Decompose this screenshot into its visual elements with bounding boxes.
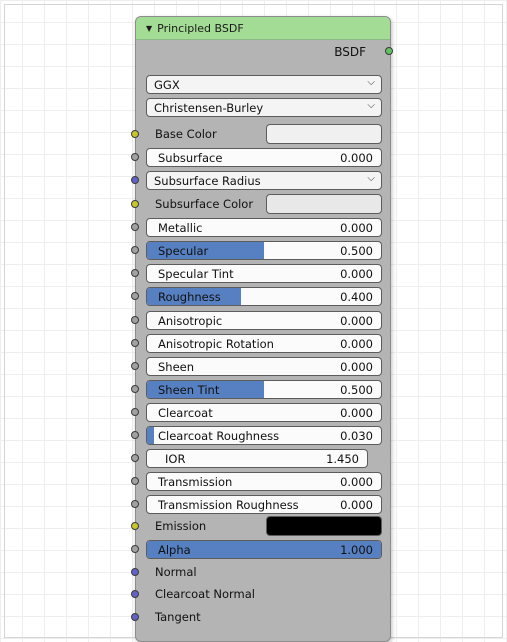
- collapse-triangle-icon[interactable]: ▼: [146, 24, 152, 33]
- slider-label: Specular: [158, 244, 209, 258]
- slider-value: 0.000: [340, 475, 373, 489]
- subsurface-color-label: Subsurface Color: [155, 197, 254, 211]
- tangent-socket-icon[interactable]: [131, 613, 139, 621]
- slider-label: Specular Tint: [158, 267, 234, 281]
- transmission-roughness-socket-icon[interactable]: [131, 500, 139, 508]
- emission-socket-icon[interactable]: [131, 522, 139, 530]
- base-color-swatch[interactable]: [266, 124, 382, 144]
- sheen-slider[interactable]: Sheen 0.000: [146, 357, 382, 376]
- node-header[interactable]: ▼ Principled BSDF: [136, 17, 390, 40]
- field-label: IOR: [165, 452, 186, 466]
- ior-socket-icon[interactable]: [131, 454, 139, 462]
- bsdf-output-socket-icon[interactable]: [385, 47, 393, 55]
- subsurface-method-value: Christensen-Burley: [154, 100, 264, 115]
- anisotropic-slider[interactable]: Anisotropic 0.000: [146, 311, 382, 330]
- sheen-tint-socket-icon[interactable]: [131, 385, 139, 393]
- slider-value: 0.500: [340, 383, 373, 397]
- slider-label: Metallic: [158, 221, 203, 235]
- metallic-socket-icon[interactable]: [131, 223, 139, 231]
- transmission-socket-icon[interactable]: [131, 477, 139, 485]
- subsurface-radius-dropdown[interactable]: Subsurface Radius ⌵: [146, 171, 382, 190]
- slider-label: Subsurface: [158, 151, 223, 165]
- chevron-down-icon: ⌵: [367, 100, 375, 111]
- tangent-label: Tangent: [155, 610, 201, 624]
- slider-label: Transmission: [158, 475, 233, 489]
- slider-fill: [147, 427, 155, 444]
- anisotropic-socket-icon[interactable]: [131, 316, 139, 324]
- slider-value: 0.000: [340, 314, 373, 328]
- subsurface-radius-label: Subsurface Radius: [154, 173, 261, 188]
- slider-label: Alpha: [158, 543, 191, 557]
- subsurface-method-dropdown[interactable]: Christensen-Burley ⌵: [146, 98, 382, 117]
- chevron-down-icon: ⌵: [367, 77, 375, 88]
- bsdf-output-label: BSDF: [334, 45, 366, 59]
- field-value: 1.450: [326, 452, 359, 466]
- base-color-socket-icon[interactable]: [131, 130, 139, 138]
- slider-label: Transmission Roughness: [158, 498, 299, 512]
- slider-value: 0.000: [340, 337, 373, 351]
- specular-slider[interactable]: Specular 0.500: [146, 241, 382, 260]
- normal-socket-icon[interactable]: [131, 568, 139, 576]
- sheen-tint-slider[interactable]: Sheen Tint 0.500: [146, 380, 382, 399]
- roughness-socket-icon[interactable]: [131, 292, 139, 300]
- slider-value: 0.030: [340, 429, 373, 443]
- node-title: Principled BSDF: [157, 21, 244, 35]
- slider-label: Roughness: [158, 290, 221, 304]
- metallic-slider[interactable]: Metallic 0.000: [146, 218, 382, 237]
- normal-label: Normal: [155, 565, 197, 579]
- slider-label: Anisotropic: [158, 314, 223, 328]
- alpha-slider[interactable]: Alpha 1.000: [146, 540, 382, 559]
- transmission-roughness-slider[interactable]: Transmission Roughness 0.000: [146, 495, 382, 514]
- slider-value: 0.400: [340, 290, 373, 304]
- slider-value: 0.000: [340, 267, 373, 281]
- slider-label: Clearcoat: [158, 406, 213, 420]
- slider-label: Sheen: [158, 360, 195, 374]
- clearcoat-slider[interactable]: Clearcoat 0.000: [146, 403, 382, 422]
- slider-value: 0.000: [340, 498, 373, 512]
- subsurface-radius-socket-icon[interactable]: [131, 176, 139, 184]
- clearcoat-roughness-slider[interactable]: Clearcoat Roughness 0.030: [146, 426, 382, 445]
- anisotropic-rotation-slider[interactable]: Anisotropic Rotation 0.000: [146, 334, 382, 353]
- clearcoat-roughness-socket-icon[interactable]: [131, 431, 139, 439]
- subsurface-slider[interactable]: Subsurface 0.000: [146, 148, 382, 167]
- distribution-dropdown[interactable]: GGX ⌵: [146, 75, 382, 94]
- anisotropic-rotation-socket-icon[interactable]: [131, 339, 139, 347]
- slider-label: Clearcoat Roughness: [158, 429, 280, 443]
- slider-value: 0.500: [340, 244, 373, 258]
- slider-label: Sheen Tint: [158, 383, 220, 397]
- base-color-label: Base Color: [155, 127, 217, 141]
- distribution-value: GGX: [154, 77, 180, 92]
- ior-field[interactable]: IOR 1.450: [146, 449, 368, 468]
- subsurface-color-swatch[interactable]: [266, 194, 382, 214]
- specular-tint-slider[interactable]: Specular Tint 0.000: [146, 264, 382, 283]
- slider-value: 0.000: [340, 406, 373, 420]
- emission-color-swatch[interactable]: [266, 516, 382, 536]
- subsurface-socket-icon[interactable]: [131, 153, 139, 161]
- sheen-socket-icon[interactable]: [131, 362, 139, 370]
- transmission-slider[interactable]: Transmission 0.000: [146, 472, 382, 491]
- slider-value: 1.000: [340, 543, 373, 557]
- chevron-down-icon: ⌵: [367, 173, 375, 184]
- slider-value: 0.000: [340, 360, 373, 374]
- specular-tint-socket-icon[interactable]: [131, 269, 139, 277]
- clearcoat-normal-socket-icon[interactable]: [131, 590, 139, 598]
- clearcoat-socket-icon[interactable]: [131, 408, 139, 416]
- clearcoat-normal-label: Clearcoat Normal: [155, 587, 256, 601]
- alpha-socket-icon[interactable]: [131, 545, 139, 553]
- specular-socket-icon[interactable]: [131, 246, 139, 254]
- roughness-slider[interactable]: Roughness 0.400: [146, 287, 382, 306]
- slider-label: Anisotropic Rotation: [158, 337, 274, 351]
- subsurface-color-socket-icon[interactable]: [131, 200, 139, 208]
- slider-value: 0.000: [340, 151, 373, 165]
- slider-value: 0.000: [340, 221, 373, 235]
- emission-label: Emission: [155, 519, 207, 533]
